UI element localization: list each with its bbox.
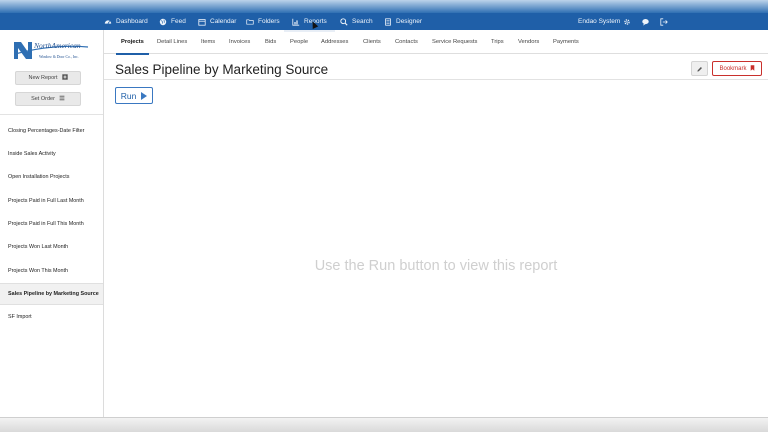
report-item-open-installation[interactable]: Open Installation Projects xyxy=(0,166,103,188)
tab-detail-lines[interactable]: Detail Lines xyxy=(157,30,187,54)
tab-service-requests[interactable]: Service Requests xyxy=(432,30,477,54)
play-icon xyxy=(141,91,148,100)
company-logo: NorthAmerican Window & Door Co., Inc. xyxy=(12,38,90,62)
nav-designer[interactable]: Designer xyxy=(384,13,422,30)
tab-projects[interactable]: Projects xyxy=(116,30,149,55)
nav-designer-label: Designer xyxy=(396,18,423,25)
bookmark-icon xyxy=(750,64,755,73)
empty-report-message: Use the Run button to view this report xyxy=(314,258,558,274)
search-icon xyxy=(340,17,348,26)
report-header: Sales Pipeline by Marketing Source Bookm… xyxy=(104,54,768,80)
sub-navigation: Projects Detail Lines Items Invoices Bid… xyxy=(104,30,768,55)
designer-icon xyxy=(384,17,392,26)
chat-icon[interactable] xyxy=(641,13,650,30)
tab-contacts[interactable]: Contacts xyxy=(395,30,418,54)
report-item-won-this-month[interactable]: Projects Won This Month xyxy=(0,260,103,282)
sidebar-divider xyxy=(0,114,103,115)
bar-chart-icon xyxy=(292,18,300,26)
tab-people[interactable]: People xyxy=(290,30,308,54)
pencil-icon xyxy=(696,60,703,78)
set-order-button[interactable]: Set Order xyxy=(15,92,81,106)
bookmark-label: Bookmark xyxy=(719,65,747,72)
svg-text:NorthAmerican: NorthAmerican xyxy=(33,41,81,50)
nav-search-label: Search xyxy=(352,18,373,25)
gear-icon[interactable] xyxy=(623,13,631,30)
page-title: Sales Pipeline by Marketing Source xyxy=(115,62,329,77)
tab-vendors[interactable]: Vendors xyxy=(518,30,539,54)
top-navigation: Dashboard Feed Calendar Folders Reports … xyxy=(0,13,768,32)
tab-addresses[interactable]: Addresses xyxy=(321,30,348,54)
report-item-inside-sales-activity[interactable]: Inside Sales Activity xyxy=(0,143,103,165)
report-item-sales-pipeline[interactable]: Sales Pipeline by Marketing Source xyxy=(0,283,103,305)
new-report-button[interactable]: New Report xyxy=(15,71,81,85)
set-order-label: Set Order xyxy=(31,96,55,102)
run-button[interactable]: Run xyxy=(115,87,153,104)
run-label: Run xyxy=(120,90,137,101)
logout-icon[interactable] xyxy=(660,13,668,30)
new-report-label: New Report xyxy=(28,75,58,81)
tab-trips[interactable]: Trips xyxy=(491,30,504,54)
tab-invoices[interactable]: Invoices xyxy=(229,30,250,54)
nav-feed[interactable]: Feed xyxy=(159,13,186,30)
tab-payments[interactable]: Payments xyxy=(553,30,579,54)
report-item-sf-import[interactable]: SF Import xyxy=(0,306,103,328)
report-item-won-last-month[interactable]: Projects Won Last Month xyxy=(0,236,103,258)
nav-feed-label: Feed xyxy=(171,18,186,25)
report-item-paid-full-last-month[interactable]: Projects Paid in Full Last Month xyxy=(0,190,103,212)
nav-folders-label: Folders xyxy=(258,18,280,25)
edit-report-button[interactable] xyxy=(691,61,708,76)
tab-bids[interactable]: Bids xyxy=(265,30,276,54)
folder-icon xyxy=(246,18,254,26)
tab-clients[interactable]: Clients xyxy=(363,30,381,54)
globe-icon xyxy=(159,18,167,26)
bookmark-button[interactable]: Bookmark xyxy=(712,61,762,76)
svg-text:Window & Door Co., Inc.: Window & Door Co., Inc. xyxy=(39,55,79,60)
user-name[interactable]: Endao System xyxy=(578,13,620,30)
nav-calendar[interactable]: Calendar xyxy=(198,13,236,30)
list-icon xyxy=(59,95,65,103)
nav-calendar-label: Calendar xyxy=(210,18,237,25)
tab-items[interactable]: Items xyxy=(201,30,215,54)
plus-box-icon xyxy=(61,74,68,82)
nav-dashboard[interactable]: Dashboard xyxy=(104,13,148,30)
bottom-bar xyxy=(0,417,768,432)
browser-top-strip xyxy=(0,0,768,13)
report-item-paid-full-this-month[interactable]: Projects Paid in Full This Month xyxy=(0,213,103,235)
dashboard-icon xyxy=(104,18,112,26)
nav-dashboard-label: Dashboard xyxy=(116,18,148,25)
calendar-icon xyxy=(198,18,206,26)
nav-search[interactable]: Search xyxy=(340,13,373,30)
report-sidebar: NorthAmerican Window & Door Co., Inc. Ne… xyxy=(0,30,104,418)
report-item-closing-percentages[interactable]: Closing Percentages-Date Filter xyxy=(0,120,103,142)
nav-folders[interactable]: Folders xyxy=(246,13,280,30)
